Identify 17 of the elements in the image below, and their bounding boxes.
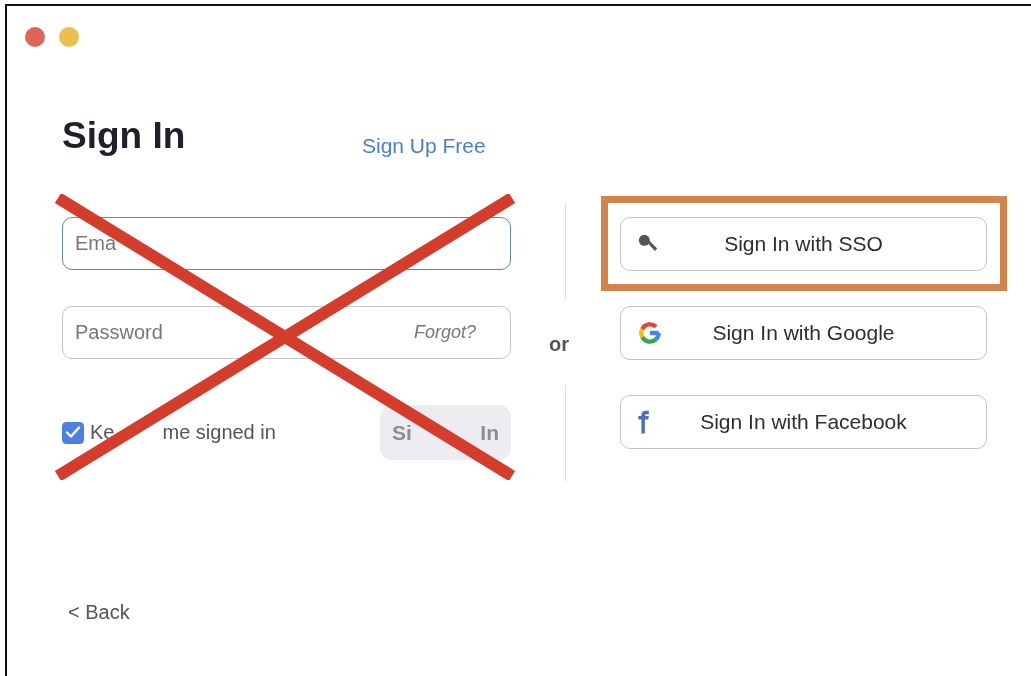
facebook-logo-icon <box>637 410 651 434</box>
checkbox[interactable] <box>62 421 84 444</box>
keep-signed-in-label: me signed in <box>162 421 276 444</box>
keep-signed-in-label: Ke <box>90 421 115 444</box>
back-link[interactable]: < Back <box>68 601 130 624</box>
provider-sign-in-button[interactable]: Sign In with Facebook <box>620 395 987 449</box>
window-control-button[interactable] <box>25 27 45 47</box>
google-logo-icon <box>637 320 663 346</box>
sign-in-heading: Sign In <box>62 114 187 158</box>
or-label: or <box>549 332 569 356</box>
sign-up-link[interactable]: Sign Up Free <box>362 134 486 158</box>
provider-sign-in-button[interactable]: Sign In with Google <box>620 306 987 360</box>
provider-sign-in-button[interactable]: Sign In with SSO <box>620 217 987 271</box>
password-field[interactable]: Password Forgot? <box>62 306 511 359</box>
forgot-link[interactable]: Forgot? <box>413 322 476 343</box>
window-control-button[interactable] <box>59 27 79 47</box>
email-field[interactable]: Ema <box>62 217 511 270</box>
